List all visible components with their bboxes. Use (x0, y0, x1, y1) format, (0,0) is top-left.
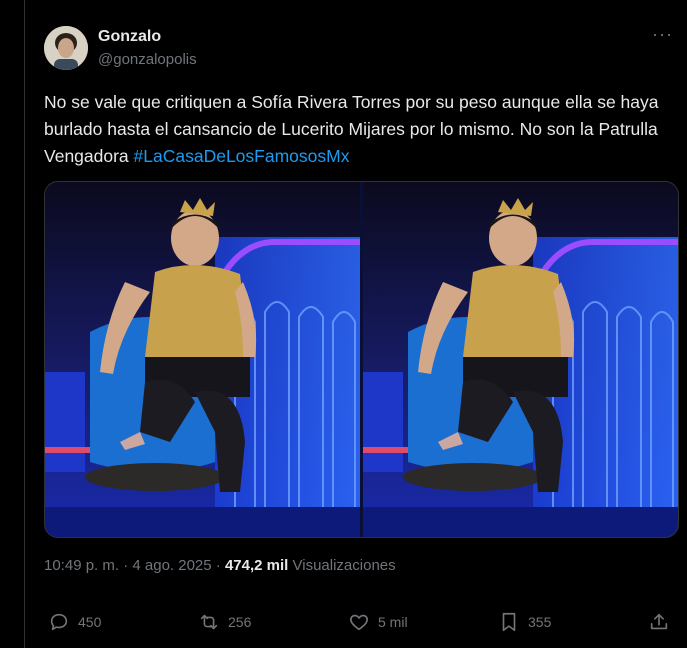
action-bar: 450 256 5 mil 355 (44, 603, 677, 643)
media-gallery[interactable] (44, 181, 679, 538)
tweet-meta: 10:49 p. m. · 4 ago. 2025 · 474,2 mil Vi… (44, 557, 396, 574)
tweet-text: No se vale que critiquen a Sofía Rivera … (44, 89, 669, 170)
photo-1[interactable] (45, 182, 360, 537)
reply-button[interactable]: 450 (48, 611, 101, 633)
bookmark-button[interactable]: 355 (498, 611, 551, 633)
author-name[interactable]: Gonzalo (98, 28, 161, 46)
share-button[interactable] (648, 611, 678, 633)
more-options-icon[interactable]: ··· (652, 24, 673, 45)
reply-icon (50, 613, 68, 631)
share-icon (650, 613, 668, 630)
bookmark-icon (502, 612, 516, 632)
like-button[interactable]: 5 mil (348, 611, 408, 633)
reply-count: 450 (78, 614, 102, 630)
repost-icon (200, 614, 218, 630)
repost-count: 256 (228, 614, 252, 630)
timestamp[interactable]: 10:49 p. m. · 4 ago. 2025 · (44, 557, 225, 574)
author-handle[interactable]: @gonzalopolis (98, 51, 197, 68)
avatar[interactable] (44, 26, 88, 70)
column-divider (24, 0, 25, 648)
views-label: Visualizaciones (288, 557, 396, 574)
like-count: 5 mil (378, 614, 408, 630)
views-count: 474,2 mil (224, 557, 289, 574)
photo-2[interactable] (363, 182, 678, 537)
repost-button[interactable]: 256 (198, 611, 251, 633)
hashtag-link[interactable]: #LaCasaDeLosFamososMx (134, 146, 350, 166)
heart-icon (350, 614, 368, 631)
bookmark-count: 355 (528, 614, 552, 630)
